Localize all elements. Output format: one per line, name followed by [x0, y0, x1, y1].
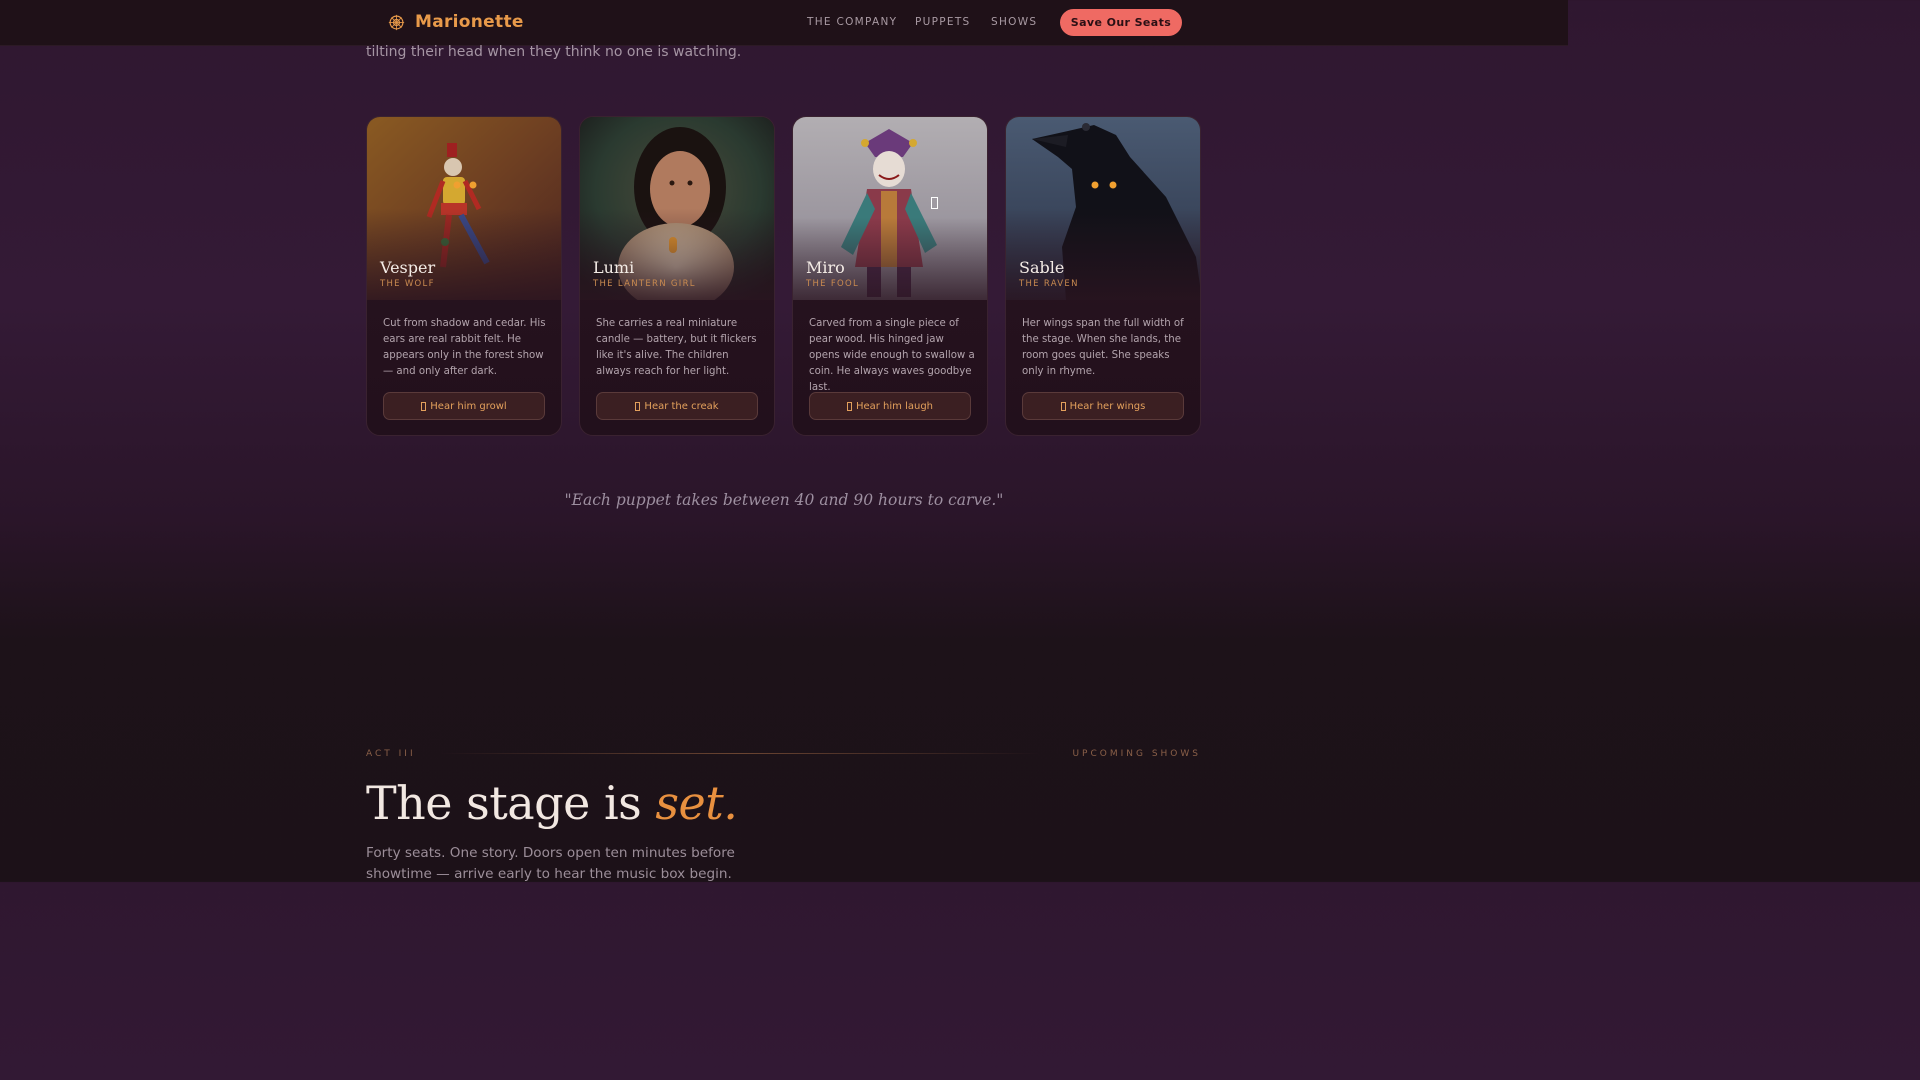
puppet-name: Vesper — [380, 258, 436, 277]
puppet-image-lumi: Lumi THE LANTERN GIRL — [580, 117, 774, 300]
puppet-image-vesper: Vesper THE WOLF — [367, 117, 561, 300]
puppet-name: Miro — [806, 258, 845, 277]
button-label: Hear him growl — [430, 400, 507, 412]
button-label: Hear him laugh — [855, 400, 934, 412]
headline-emphasis: set. — [655, 776, 738, 830]
puppet-card-sable: Sable THE RAVEN Her wings span the full … — [1005, 116, 1201, 436]
puppet-role: THE RAVEN — [1019, 279, 1079, 289]
nav-link-shows[interactable]: SHOWS — [991, 16, 1037, 28]
sound-icon — [1060, 401, 1066, 411]
puppet-role: THE FOOL — [806, 279, 860, 289]
puppet-name: Sable — [1019, 258, 1065, 277]
button-label: Hear the creak — [644, 400, 719, 412]
nav-link-the-company[interactable]: THE COMPANY — [807, 16, 897, 28]
sound-icon — [421, 401, 427, 411]
sound-icon — [635, 401, 641, 411]
carving-quote: "Each puppet takes between 40 and 90 hou… — [564, 491, 1004, 509]
hear-the-creak-button[interactable]: Hear the creak — [596, 392, 758, 420]
act-label: ACT III — [366, 749, 416, 759]
sound-icon — [846, 401, 852, 411]
puppet-description: She carries a real miniature candle — ba… — [596, 318, 757, 377]
puppet-name: Lumi — [593, 258, 635, 277]
cursor-icon — [931, 197, 938, 209]
save-our-seats-button[interactable]: Save Our Seats — [1060, 9, 1182, 36]
puppet-image-sable: Sable THE RAVEN — [1006, 117, 1200, 300]
nav-link-puppets[interactable]: PUPPETS — [915, 16, 971, 28]
puppet-description: Cut from shadow and cedar. His ears are … — [383, 318, 546, 377]
section-headline: The stage is set. — [366, 776, 738, 830]
puppet-card-vesper: Vesper THE WOLF Cut from shadow and ceda… — [366, 116, 562, 436]
section-subtext: Forty seats. One story. Doors open ten m… — [366, 845, 735, 882]
top-navigation: Marionette THE COMPANY PUPPETS SHOWS Sav… — [0, 0, 1568, 46]
marionette-cross-icon — [388, 14, 405, 30]
puppet-description: Her wings span the full width of the sta… — [1022, 318, 1184, 377]
puppet-role: THE WOLF — [380, 279, 435, 289]
hear-him-growl-button[interactable]: Hear him growl — [383, 392, 545, 420]
hear-him-laugh-button[interactable]: Hear him laugh — [809, 392, 971, 420]
brand-logo[interactable]: Marionette — [388, 12, 524, 32]
puppet-card-lumi: Lumi THE LANTERN GIRL She carries a real… — [579, 116, 775, 436]
puppet-image-miro: Miro THE FOOL — [793, 117, 987, 300]
button-label: Hear her wings — [1069, 400, 1146, 412]
puppet-role: THE LANTERN GIRL — [593, 279, 696, 289]
intro-text-tail: tilting their head when they think no on… — [366, 44, 742, 60]
puppet-card-miro: Miro THE FOOL Carved from a single piece… — [792, 116, 988, 436]
section-divider — [440, 753, 1040, 754]
headline-start: The stage is — [366, 776, 656, 830]
hear-her-wings-button[interactable]: Hear her wings — [1022, 392, 1184, 420]
brand-name: Marionette — [415, 12, 524, 32]
upcoming-shows-label: UPCOMING SHOWS — [1072, 749, 1201, 759]
puppet-description: Carved from a single piece of pear wood.… — [809, 318, 975, 393]
